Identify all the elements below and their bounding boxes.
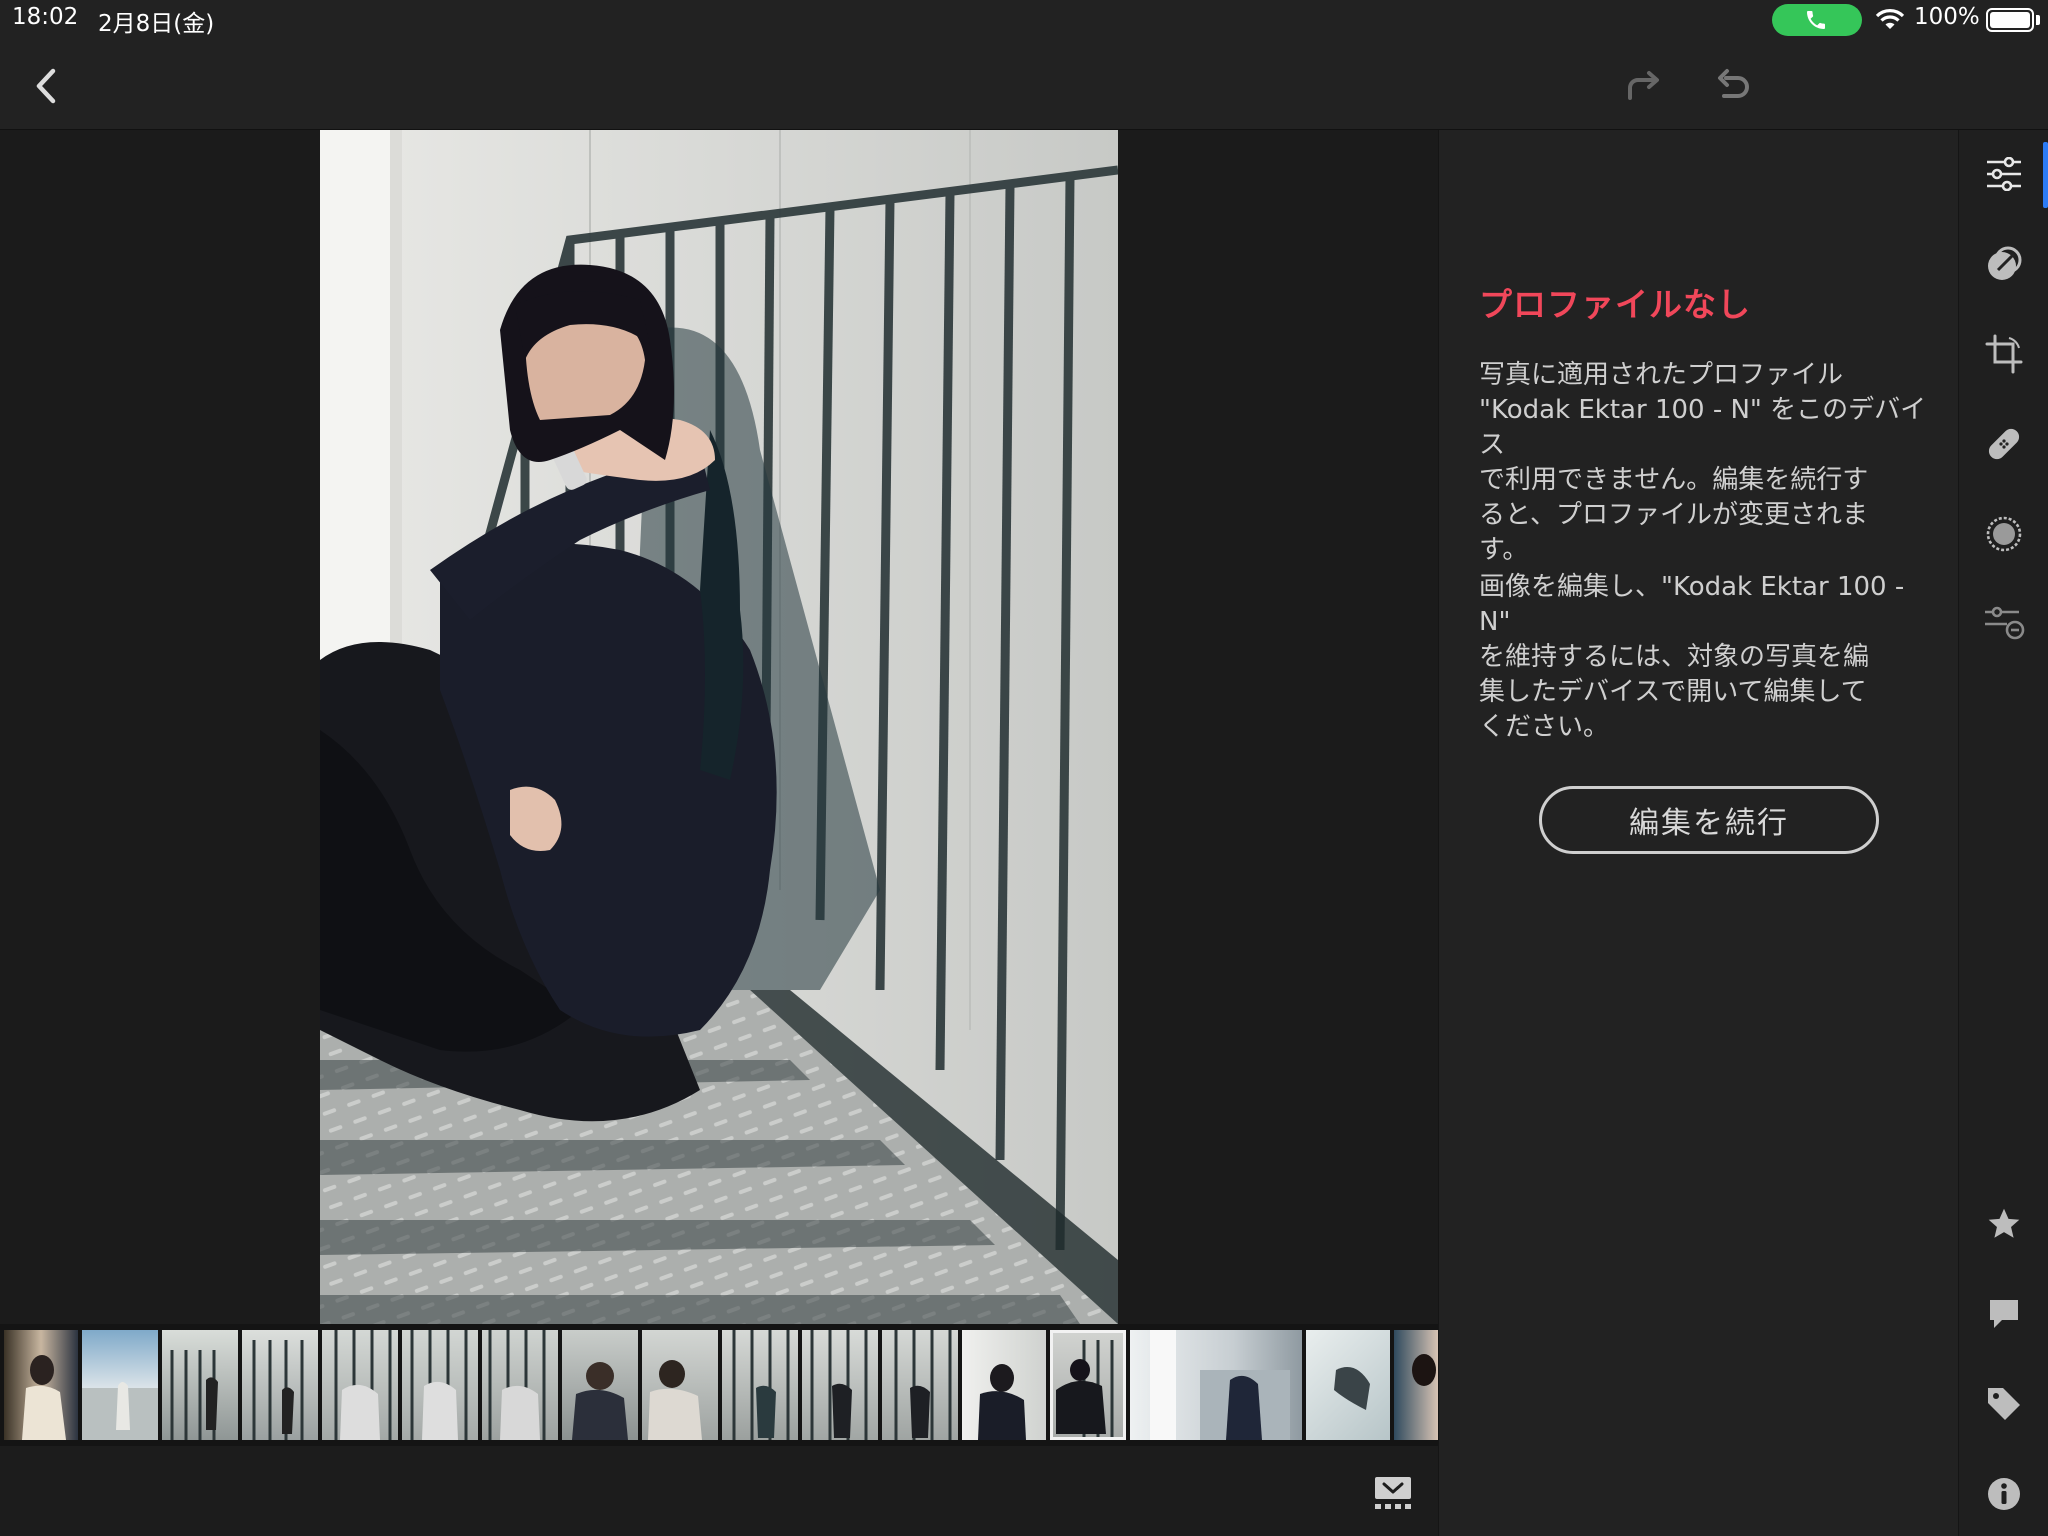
- status-time: 18:02: [12, 4, 79, 30]
- edit-tool-button[interactable]: [1978, 148, 2030, 200]
- undo-button[interactable]: [1704, 58, 1760, 114]
- redo-button[interactable]: [1616, 58, 1672, 114]
- filmstrip-thumbnail[interactable]: [4, 1330, 78, 1440]
- filmstrip-thumbnail[interactable]: [1394, 1330, 1438, 1440]
- filmstrip-thumbnail[interactable]: [962, 1330, 1046, 1440]
- filmstrip-thumbnail[interactable]: [322, 1330, 398, 1440]
- top-toolbar: [0, 40, 2048, 130]
- healing-icon: [1988, 428, 2020, 460]
- keyword-button[interactable]: [1978, 1378, 2030, 1430]
- filmstrip-thumbnail[interactable]: [1130, 1330, 1302, 1440]
- active-call-pill[interactable]: [1772, 4, 1862, 36]
- healing-button[interactable]: [1978, 418, 2030, 470]
- battery-tip: [2036, 15, 2040, 25]
- star-icon: [1988, 1208, 2020, 1238]
- phone-icon: [1807, 11, 1825, 29]
- photo-image: [320, 130, 1118, 1324]
- filmstrip-thumbnail-selected[interactable]: [1050, 1330, 1126, 1440]
- tool-rail: [1958, 130, 2048, 1536]
- mask-button[interactable]: [1978, 508, 2030, 560]
- chevron-left-icon: [36, 68, 56, 104]
- filmstrip-thumbnail[interactable]: [722, 1330, 798, 1440]
- filmstrip-thumbnail[interactable]: [1306, 1330, 1390, 1440]
- tag-icon: [1988, 1388, 2020, 1420]
- filmstrip-thumbnail[interactable]: [162, 1330, 238, 1440]
- photo-stage[interactable]: [0, 130, 1438, 1324]
- redo-icon: [1628, 71, 1659, 100]
- filmstrip-bar: [0, 1446, 1438, 1536]
- mask-icon: [1986, 516, 2022, 552]
- undo-icon: [1718, 69, 1749, 98]
- panel-message-2: 画像を編集し、"Kodak Ektar 100 - N" を維持するには、対象の…: [1479, 572, 1905, 742]
- filmstrip-thumbnail[interactable]: [242, 1330, 318, 1440]
- active-tool-indicator: [2043, 142, 2048, 208]
- continue-editing-button[interactable]: 編集を続行: [1539, 786, 1879, 854]
- comment-icon: [1990, 1300, 2018, 1328]
- back-button[interactable]: [18, 58, 74, 114]
- versions-icon: [1985, 606, 2025, 640]
- presets-button[interactable]: [1978, 238, 2030, 290]
- panel-title: プロファイルなし: [1479, 285, 1751, 324]
- filmstrip[interactable]: [0, 1324, 1438, 1446]
- main-photo[interactable]: [320, 130, 1118, 1324]
- filmstrip-thumbnail[interactable]: [562, 1330, 638, 1440]
- comment-button[interactable]: [1978, 1288, 2030, 1340]
- filmstrip-thumbnail[interactable]: [642, 1330, 718, 1440]
- presets-icon: [1988, 246, 2022, 280]
- info-button[interactable]: [1978, 1468, 2030, 1520]
- battery-percent: 100%: [1914, 4, 1980, 30]
- filmstrip-thumbnail[interactable]: [482, 1330, 558, 1440]
- battery-icon: [1986, 8, 2034, 32]
- versions-button[interactable]: [1978, 598, 2030, 650]
- crop-button[interactable]: [1978, 328, 2030, 380]
- sliders-icon: [1987, 157, 2021, 191]
- panel-message-1: 写真に適用されたプロファイル "Kodak Ektar 100 - N" をこの…: [1479, 360, 1927, 565]
- edit-panel: プロファイルなし 写真に適用されたプロファイル "Kodak Ektar 100…: [1438, 130, 1958, 1536]
- filmstrip-thumbnail[interactable]: [402, 1330, 478, 1440]
- status-bar: 18:02 2月8日(金) 100%: [0, 0, 2048, 40]
- crop-icon: [1985, 334, 2023, 374]
- wifi-icon: [1875, 9, 1905, 29]
- filmstrip-thumbnail[interactable]: [82, 1330, 158, 1440]
- info-icon: [1988, 1478, 2020, 1510]
- rating-button[interactable]: [1978, 1198, 2030, 1250]
- filmstrip-thumbnail[interactable]: [802, 1330, 878, 1440]
- filmstrip-thumbnail[interactable]: [882, 1330, 958, 1440]
- filmstrip-toggle-icon[interactable]: [1374, 1476, 1412, 1510]
- status-date: 2月8日(金): [98, 11, 215, 37]
